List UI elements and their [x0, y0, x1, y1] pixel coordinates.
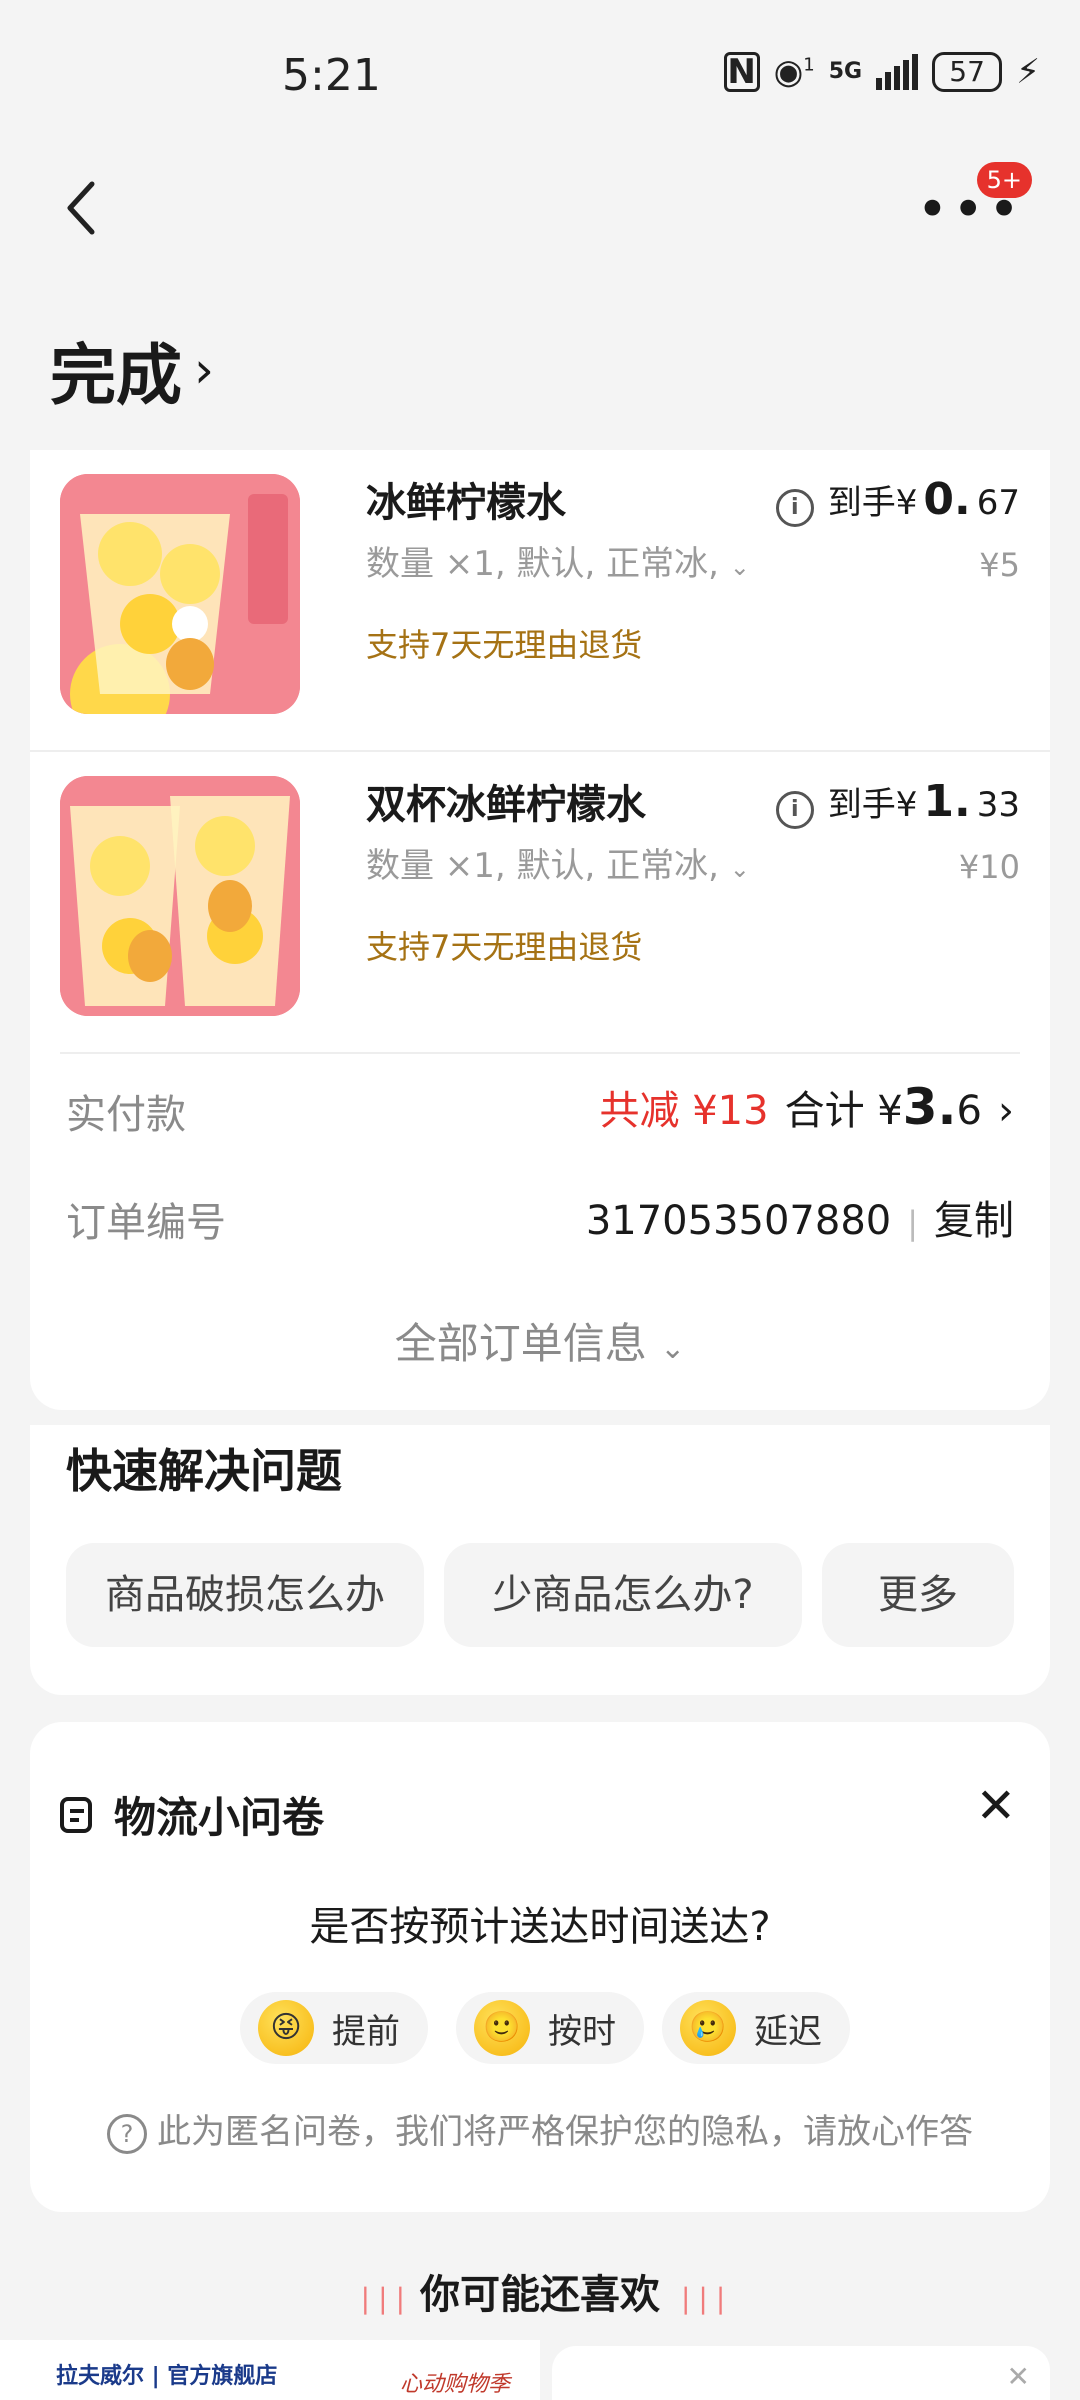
return-policy-tag: 支持7天无理由退货 — [366, 928, 643, 966]
quick-chip-more[interactable]: 更多 — [822, 1543, 1014, 1647]
item-original-price: ¥10 — [958, 848, 1020, 886]
section-title: 快速解决问题 — [66, 1444, 342, 1498]
recommend-card-right[interactable]: ✕ — [552, 2346, 1050, 2400]
document-icon — [60, 1796, 92, 1833]
item-original-price: ¥5 — [979, 546, 1020, 584]
divider — [60, 1052, 1020, 1054]
order-number-label: 订单编号 — [66, 1200, 226, 1246]
charging-icon: ⚡ — [1016, 52, 1040, 92]
order-number: 317053507880 — [585, 1198, 892, 1244]
option-on-time[interactable]: 🙂 按时 — [456, 1992, 644, 2064]
chevron-down-icon: ⌄ — [729, 855, 750, 883]
copy-button[interactable]: 复制 — [934, 1188, 1014, 1246]
item-spec[interactable]: 数量 ×1, 默认, 正常冰, ⌄ — [366, 536, 750, 585]
question-circle-icon: ? — [107, 2113, 147, 2154]
info-icon[interactable]: i — [775, 791, 814, 829]
option-early[interactable]: 😝 提前 — [240, 1992, 428, 2064]
smile-emoji-icon: 🙂 — [474, 2000, 530, 2056]
hotspot-icon: ◉1 — [773, 52, 815, 92]
survey-question: 是否按预计送达时间送达? — [309, 1904, 771, 1950]
payment-label: 实付款 — [66, 1092, 186, 1138]
order-number-row: 317053507880 | 复制 — [586, 1188, 1014, 1246]
privacy-note: ? 此为匿名问卷，我们将严格保护您的隐私，请放心作答 — [30, 2104, 1050, 2154]
survey-header: 物流小问卷 — [60, 1784, 324, 1845]
item-final-price: i 到手¥ 1. 33 — [775, 776, 1020, 829]
payment-summary[interactable]: 共减 ¥13 合计 ¥3.6 › — [600, 1078, 1014, 1136]
status-time: 5:21 — [282, 50, 381, 101]
info-icon[interactable]: i — [775, 489, 814, 527]
total-amount: 合计 ¥3.6 — [784, 1078, 982, 1136]
chevron-right-icon: › — [194, 341, 214, 399]
survey-title: 物流小问卷 — [114, 1793, 325, 1842]
order-card: 冰鲜柠檬水 数量 ×1, 默认, 正常冰, ⌄ 支持7天无理由退货 i 到手¥ 0… — [30, 450, 1050, 1410]
item-name: 冰鲜柠檬水 — [366, 480, 566, 526]
recommend-heading: ❘❘❘ 你可能还喜欢 ❘❘❘ — [353, 2272, 733, 2318]
recommend-card-left[interactable]: 拉夫威尔 | 官方旗舰店 心动购物季 — [0, 2340, 540, 2400]
quick-chip-damaged[interactable]: 商品破损怎么办 — [66, 1543, 424, 1647]
discount-amount: 共减 ¥13 — [599, 1088, 769, 1134]
quick-solve-card: 快速解决问题 商品破损怎么办 少商品怎么办? 更多 — [30, 1425, 1050, 1695]
tongue-emoji-icon: 😝 — [258, 2000, 314, 2056]
close-icon[interactable]: ✕ — [1007, 2360, 1030, 2393]
chevron-right-icon: › — [998, 1088, 1014, 1134]
order-item[interactable]: 双杯冰鲜柠檬水 数量 ×1, 默认, 正常冰, ⌄ 支持7天无理由退货 i 到手… — [60, 752, 1020, 1016]
network-type: 5G — [828, 59, 863, 84]
close-icon[interactable]: ✕ — [976, 1778, 1016, 1834]
more-menu-button[interactable]: ••• — [916, 183, 1024, 237]
order-status-title[interactable]: 完成 › — [50, 322, 214, 418]
message-badge: 5+ — [976, 162, 1032, 198]
order-item[interactable]: 冰鲜柠檬水 数量 ×1, 默认, 正常冰, ⌄ 支持7天无理由退货 i 到手¥ 0… — [60, 450, 1020, 714]
return-policy-tag: 支持7天无理由退货 — [366, 626, 643, 664]
item-final-price: i 到手¥ 0. 67 — [775, 474, 1020, 527]
all-order-info-toggle[interactable]: 全部订单信息 ⌄ — [30, 1310, 1050, 1371]
separator: | — [907, 1204, 918, 1242]
option-late[interactable]: 🥲 延迟 — [662, 1992, 850, 2064]
brand-label: 拉夫威尔 | 官方旗舰店 — [56, 2364, 278, 2389]
item-name: 双杯冰鲜柠檬水 — [366, 782, 646, 828]
chevron-down-icon: ⌄ — [729, 553, 750, 581]
page-title: 完成 — [50, 337, 182, 414]
back-arrow-icon[interactable] — [62, 178, 102, 238]
item-spec[interactable]: 数量 ×1, 默认, 正常冰, ⌄ — [366, 838, 750, 887]
quick-chip-missing[interactable]: 少商品怎么办? — [444, 1543, 802, 1647]
chevron-down-icon: ⌄ — [660, 1331, 686, 1366]
signal-icon — [876, 54, 919, 90]
nfc-icon: N — [723, 52, 760, 92]
decoration-right-icon: ❘❘❘ — [673, 2282, 732, 2315]
logistics-survey-card: 物流小问卷 ✕ 是否按预计送达时间送达? 😝 提前 🙂 按时 🥲 延迟 ? 此为匿… — [30, 1722, 1050, 2212]
product-image-double-lemon-water — [60, 776, 300, 1016]
product-image-lemon-water — [60, 474, 300, 714]
promo-slogan: 心动购物季 — [400, 2372, 511, 2397]
battery-level: 57 — [932, 52, 1003, 92]
decoration-left-icon: ❘❘❘ — [353, 2282, 412, 2315]
status-icons: N ◉1 5G 57 ⚡ — [723, 52, 1040, 92]
crying-emoji-icon: 🥲 — [680, 2000, 736, 2056]
